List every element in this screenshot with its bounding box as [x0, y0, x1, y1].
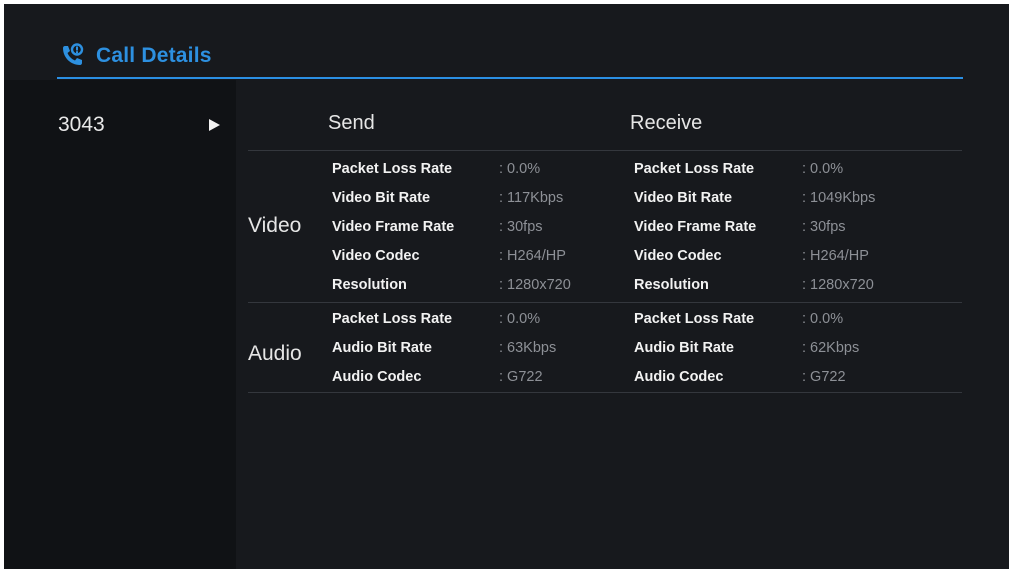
receive-stat-label: Video Frame Rate	[634, 219, 757, 235]
table-row: Packet Loss Rate : 0.0% Packet Loss Rate…	[248, 155, 962, 184]
receive-stat-label: Packet Loss Rate	[634, 311, 755, 327]
receive-stat-label: Resolution	[634, 277, 709, 293]
send-stat-value: : H264/HP	[499, 248, 566, 264]
receive-stat-label: Audio Codec	[634, 369, 724, 385]
call-stats-table: Send Receive Video Packet Loss Rate : 0.…	[248, 80, 962, 393]
send-column-header: Send	[328, 112, 375, 134]
call-details-header: Call Details	[58, 40, 212, 72]
table-row: Audio Codec : G722 Audio Codec : G722	[248, 363, 962, 392]
send-stat-value: : G722	[499, 369, 543, 385]
receive-stat-label: Packet Loss Rate	[634, 161, 755, 177]
receive-stat-value: : 30fps	[802, 219, 846, 235]
send-stat-label: Video Codec	[332, 248, 420, 264]
receive-stat-label: Video Codec	[634, 248, 722, 264]
send-stat-label: Audio Codec	[332, 369, 422, 385]
receive-stat-value: : 1049Kbps	[802, 190, 876, 206]
table-header: Send Receive	[248, 80, 962, 151]
receive-stat-value: : G722	[802, 369, 846, 385]
receive-stat-value: : H264/HP	[802, 248, 869, 264]
phone-call-icon	[63, 43, 84, 65]
receive-stat-value: : 0.0%	[802, 161, 844, 177]
page-title: Call Details	[96, 44, 212, 67]
send-stat-value: : 0.0%	[499, 311, 541, 327]
send-stat-value: : 1280x720	[499, 277, 571, 293]
header-divider	[57, 77, 963, 79]
table-row: Video Codec : H264/HP Video Codec : H264…	[248, 242, 962, 271]
receive-stat-label: Audio Bit Rate	[634, 340, 734, 356]
call-number: 3043	[58, 113, 105, 136]
receive-column-header: Receive	[630, 112, 703, 134]
call-list-sidebar: 3043	[4, 80, 236, 569]
receive-stat-label: Video Bit Rate	[634, 190, 733, 206]
receive-stat-value: : 62Kbps	[802, 340, 860, 356]
table-row: Resolution : 1280x720 Resolution : 1280x…	[248, 271, 962, 300]
table-row: Video Frame Rate : 30fps Video Frame Rat…	[248, 213, 962, 242]
send-stat-value: : 117Kbps	[499, 190, 564, 206]
call-details-screen: Call Details 3043 Send Receive Video Pac…	[4, 4, 1009, 569]
send-stat-label: Video Bit Rate	[332, 190, 431, 206]
table-row: Audio Bit Rate : 63Kbps Audio Bit Rate :…	[248, 334, 962, 363]
send-stat-label: Video Frame Rate	[332, 219, 455, 235]
receive-stat-value: : 1280x720	[802, 277, 874, 293]
table-row: Video Bit Rate : 117Kbps Video Bit Rate …	[248, 184, 962, 213]
call-list-item[interactable]: 3043	[58, 108, 228, 142]
send-stat-value: : 30fps	[499, 219, 543, 235]
send-stat-label: Packet Loss Rate	[332, 161, 453, 177]
send-stat-label: Resolution	[332, 277, 407, 293]
send-stat-value: : 63Kbps	[499, 340, 557, 356]
table-row: Packet Loss Rate : 0.0% Packet Loss Rate…	[248, 305, 962, 334]
video-section: Video Packet Loss Rate : 0.0% Packet Los…	[248, 151, 962, 303]
send-stat-label: Audio Bit Rate	[332, 340, 432, 356]
receive-stat-value: : 0.0%	[802, 311, 844, 327]
audio-section: Audio Packet Loss Rate : 0.0% Packet Los…	[248, 303, 962, 393]
play-arrow-icon	[209, 119, 220, 131]
send-stat-label: Packet Loss Rate	[332, 311, 453, 327]
send-stat-value: : 0.0%	[499, 161, 541, 177]
